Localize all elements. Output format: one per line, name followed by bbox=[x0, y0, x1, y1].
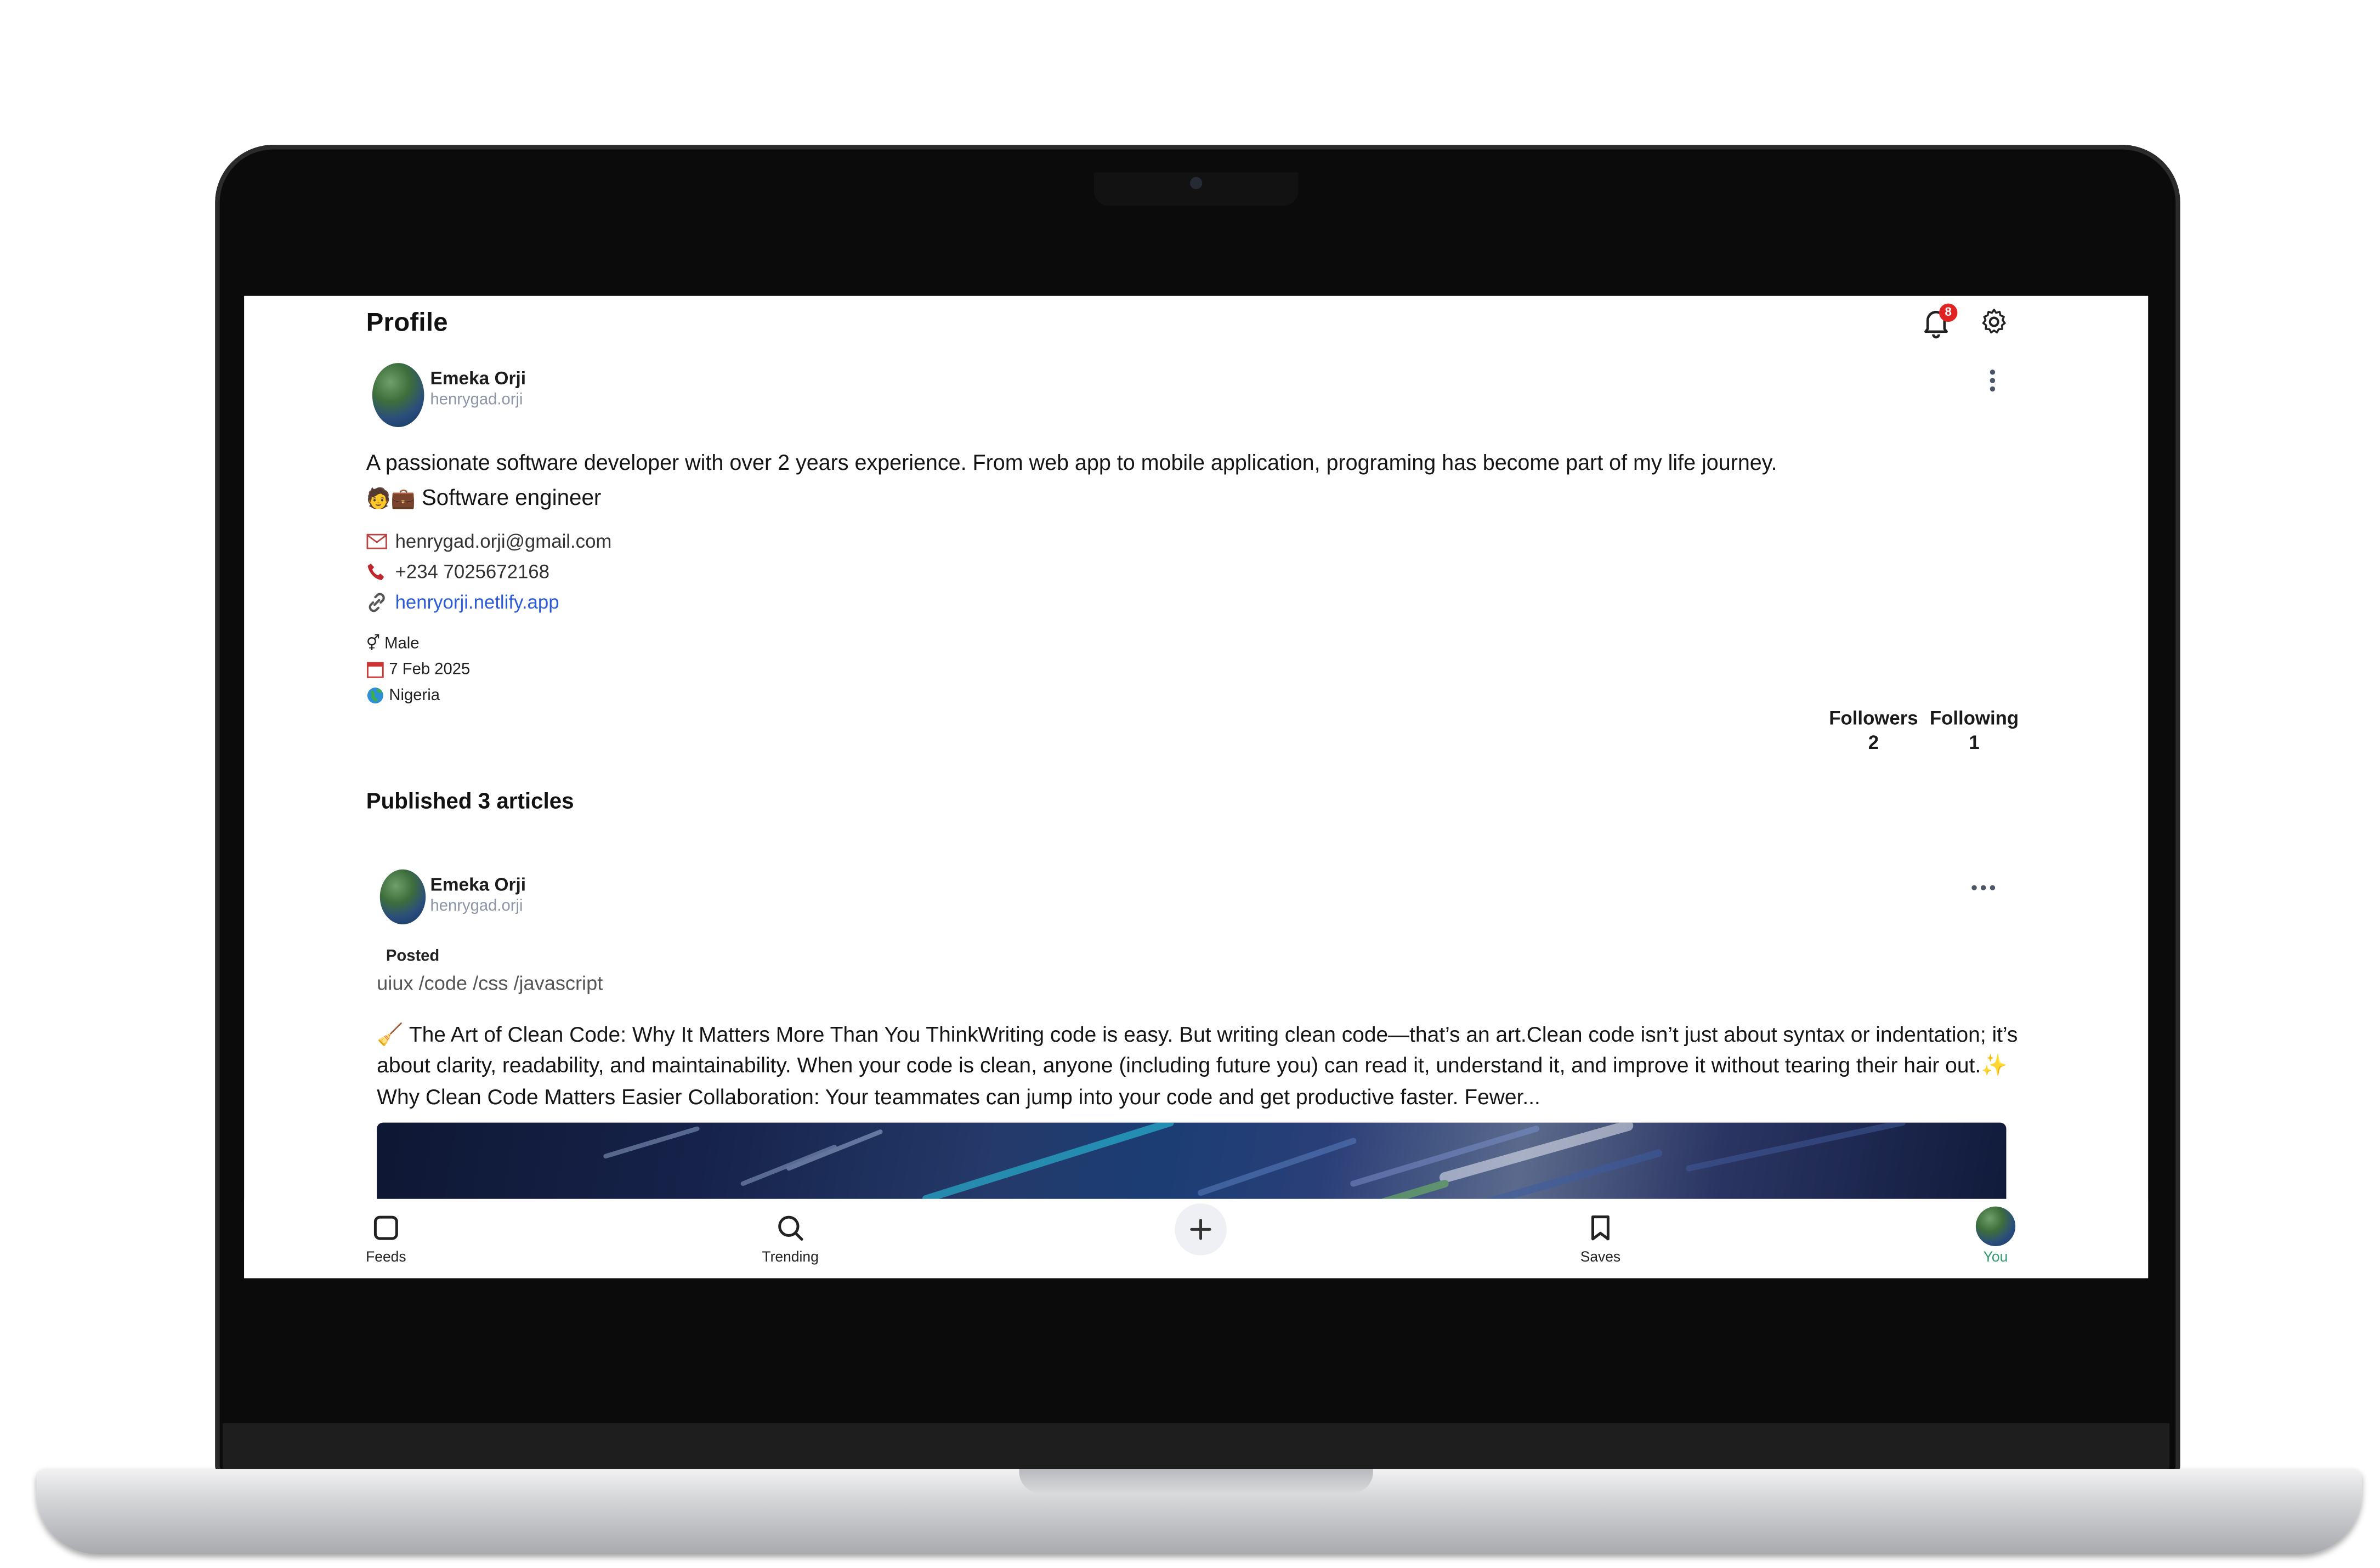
nav-feeds[interactable]: Feeds bbox=[363, 1214, 409, 1266]
gender-row: ⚥ Male bbox=[366, 634, 420, 652]
horizontal-dots-icon bbox=[1971, 885, 1996, 890]
sparkles-icon: ✨ bbox=[1981, 1053, 2008, 1077]
article-status: Posted bbox=[386, 947, 440, 966]
email-text: henrygad.orji@gmail.com bbox=[395, 531, 612, 553]
followers-stat[interactable]: Followers 2 bbox=[1828, 708, 1919, 753]
email-row[interactable]: henrygad.orji@gmail.com bbox=[366, 531, 612, 553]
new-post-button[interactable] bbox=[1175, 1203, 1227, 1255]
search-icon bbox=[778, 1215, 803, 1241]
phone-text: +234 7025672168 bbox=[395, 561, 549, 583]
profile-bio: A passionate software developer with ove… bbox=[366, 451, 1777, 476]
nav-saves-label: Saves bbox=[1580, 1249, 1621, 1266]
article-author-avatar[interactable] bbox=[379, 869, 426, 924]
role-emoji-icon: 🧑💼 bbox=[366, 486, 416, 510]
articles-heading: Published 3 articles bbox=[366, 790, 574, 815]
nav-saves[interactable]: Saves bbox=[1574, 1214, 1627, 1266]
plus-icon bbox=[1190, 1219, 1211, 1240]
nav-you[interactable]: You bbox=[1973, 1206, 2018, 1266]
phone-icon bbox=[367, 563, 384, 581]
article-tags[interactable]: uiux /code /css /javascript bbox=[377, 972, 603, 995]
broom-icon: 🧹 bbox=[377, 1022, 404, 1047]
profile-avatar[interactable] bbox=[372, 363, 424, 427]
date-row: 7 Feb 2025 bbox=[366, 660, 471, 679]
date-text: 7 Feb 2025 bbox=[389, 660, 471, 679]
followers-label: Followers bbox=[1829, 707, 1918, 729]
page-title: Profile bbox=[366, 308, 448, 337]
profile-more-button[interactable] bbox=[1980, 366, 2005, 397]
laptop-thumb-notch bbox=[1019, 1469, 1373, 1493]
profile-username: henrygad.orji bbox=[430, 390, 523, 409]
article-excerpt-text: The Art of Clean Code: Why It Matters Mo… bbox=[377, 1022, 2018, 1077]
bookmark-icon bbox=[1591, 1215, 1610, 1241]
role-text: Software engineer bbox=[421, 486, 602, 512]
following-stat[interactable]: Following 1 bbox=[1927, 708, 2021, 753]
article-author-name[interactable]: Emeka Orji bbox=[430, 874, 526, 895]
country-text: Nigeria bbox=[389, 686, 440, 705]
nav-trending-label: Trending bbox=[762, 1249, 819, 1266]
link-icon bbox=[369, 593, 385, 612]
laptop-chin bbox=[223, 1423, 2170, 1472]
nav-trending[interactable]: Trending bbox=[757, 1214, 824, 1266]
article-author-handle: henrygad.orji bbox=[430, 896, 523, 916]
website-row[interactable]: henryorji.netlify.app bbox=[366, 592, 559, 613]
article-excerpt-text-2: Why Clean Code Matters Easier Collaborat… bbox=[377, 1083, 1540, 1109]
avatar bbox=[1975, 1206, 2016, 1246]
profile-name: Emeka Orji bbox=[430, 367, 526, 389]
vertical-dots-icon bbox=[1990, 370, 1996, 392]
globe-icon bbox=[367, 688, 383, 704]
profile-role: 🧑💼 Software engineer bbox=[366, 486, 602, 511]
device-mockup: Profile 8 Emeka Orji henrygad.orji A pas… bbox=[0, 0, 2380, 1568]
square-icon bbox=[373, 1215, 398, 1240]
gender-icon: ⚥ bbox=[366, 635, 380, 652]
nav-feeds-label: Feeds bbox=[366, 1249, 406, 1266]
article-excerpt[interactable]: 🧹 The Art of Clean Code: Why It Matters … bbox=[377, 1019, 2025, 1111]
following-count: 1 bbox=[1969, 732, 1980, 754]
phone-row[interactable]: +234 7025672168 bbox=[366, 561, 549, 583]
followers-count: 2 bbox=[1868, 732, 1879, 754]
notification-badge: 8 bbox=[1939, 303, 1958, 322]
gear-icon bbox=[1982, 309, 2006, 334]
gender-text: Male bbox=[384, 634, 420, 653]
website-link[interactable]: henryorji.netlify.app bbox=[395, 592, 559, 613]
app-screen: Profile 8 Emeka Orji henrygad.orji A pas… bbox=[244, 296, 2149, 1279]
country-row: Nigeria bbox=[366, 686, 440, 705]
camera-icon bbox=[1190, 177, 1203, 189]
bottom-navigation: Feeds Trending Saves You bbox=[244, 1198, 2149, 1279]
article-more-button[interactable] bbox=[1968, 876, 1999, 900]
calendar-icon bbox=[367, 662, 384, 678]
nav-you-label: You bbox=[1983, 1249, 2008, 1266]
settings-button[interactable] bbox=[1979, 306, 2012, 340]
envelope-icon bbox=[366, 533, 387, 549]
following-label: Following bbox=[1929, 707, 2019, 729]
